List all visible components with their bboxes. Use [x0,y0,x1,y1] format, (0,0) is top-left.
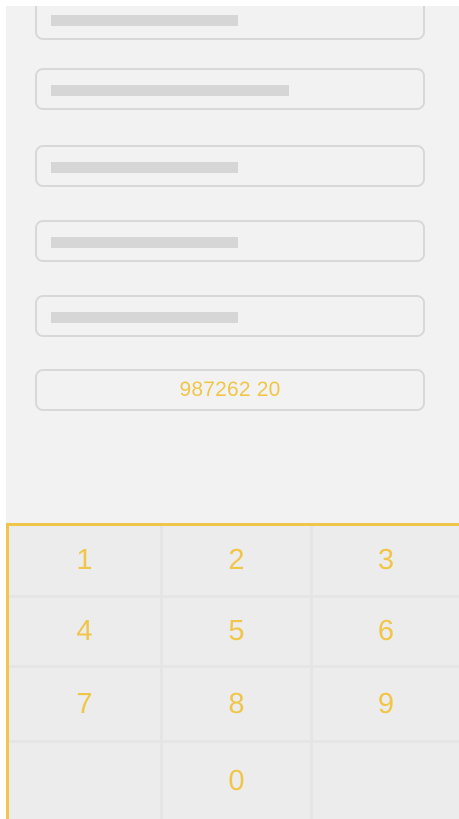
placeholder-bar [51,312,238,323]
key-label: 1 [76,544,93,576]
placeholder-bar [51,15,238,26]
key-label: 5 [228,615,245,647]
form-field-3[interactable] [35,145,425,187]
key-3[interactable]: 3 [313,526,459,595]
form-field-1[interactable] [35,6,425,40]
key-0[interactable]: 0 [163,743,310,819]
placeholder-bar [51,237,238,248]
form-screen: 987262 20 1 2 3 4 5 6 7 8 9 0 [6,6,459,819]
key-blank-left [9,743,160,819]
key-blank-right [313,743,459,819]
key-6[interactable]: 6 [313,598,459,665]
key-9[interactable]: 9 [313,668,459,740]
key-1[interactable]: 1 [9,526,160,595]
key-label: 4 [76,615,93,647]
key-label: 9 [377,687,395,720]
key-label: 3 [377,544,395,576]
placeholder-bar [51,162,238,173]
number-input-field[interactable]: 987262 20 [35,369,425,411]
key-2[interactable]: 2 [163,526,310,595]
key-label: 7 [76,687,93,720]
form-field-5[interactable] [35,295,425,337]
form-field-4[interactable] [35,220,425,262]
key-label: 8 [228,687,245,720]
key-4[interactable]: 4 [9,598,160,665]
key-label: 0 [228,764,245,797]
key-label: 2 [228,544,245,576]
placeholder-bar [51,85,289,96]
form-field-2[interactable] [35,68,425,110]
key-7[interactable]: 7 [9,668,160,740]
key-label: 6 [377,615,395,647]
key-5[interactable]: 5 [163,598,310,665]
numeric-keypad: 1 2 3 4 5 6 7 8 9 0 [6,523,459,819]
key-8[interactable]: 8 [163,668,310,740]
entered-number: 987262 20 [179,378,281,401]
